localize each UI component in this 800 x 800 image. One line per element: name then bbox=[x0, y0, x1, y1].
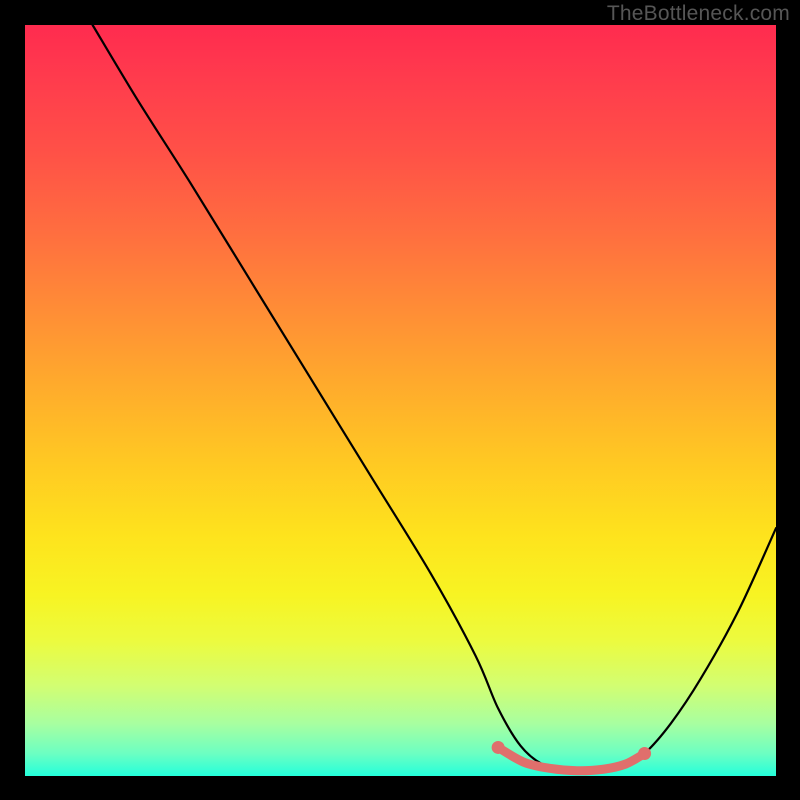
chart-svg bbox=[25, 25, 776, 776]
series-highlight-green-zone bbox=[498, 747, 644, 770]
chart-stage: TheBottleneck.com bbox=[0, 0, 800, 800]
right-dot bbox=[638, 747, 651, 760]
series-bottleneck-curve bbox=[93, 25, 776, 772]
left-dot bbox=[492, 741, 505, 754]
watermark-text: TheBottleneck.com bbox=[607, 2, 790, 26]
